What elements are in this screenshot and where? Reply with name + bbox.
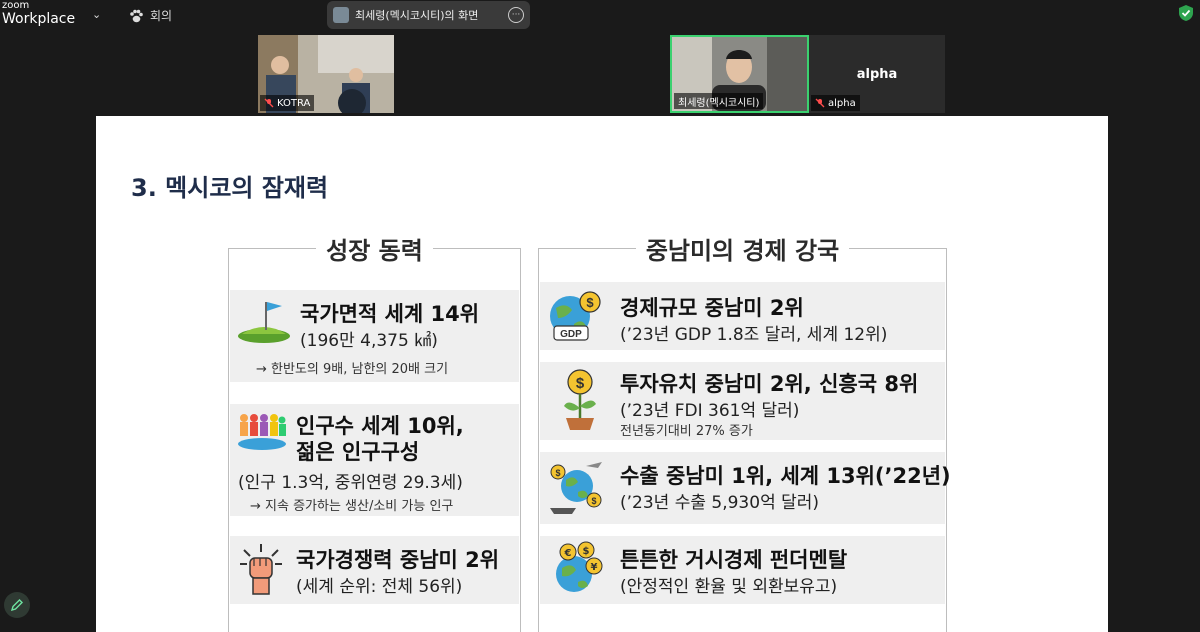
card-land-area: 국가면적 세계 14위 (196만 4,375 ㎢) → 한반도의 9배, 남한… (230, 290, 519, 382)
mic-off-icon (264, 98, 274, 108)
population-icon (238, 414, 286, 450)
annotate-button[interactable] (4, 592, 30, 618)
video-tile-speaker[interactable]: 최세령(멕시코시티) (670, 35, 809, 113)
meeting-label: 회의 (150, 9, 173, 23)
svg-text:$: $ (555, 468, 560, 478)
trade-globe-icon: $ $ (550, 462, 602, 514)
column-heading: 중남미의 경제 강국 (539, 231, 946, 266)
participant-name: 최세령(멕시코시티) (678, 97, 760, 109)
card-subtitle: (세계 순위: 전체 56위) (296, 577, 463, 597)
card-title: 투자유치 중남미 2위, 신흥국 8위 (620, 372, 919, 396)
card-note: → 한반도의 9배, 남한의 20배 크기 (256, 362, 449, 377)
card-note: 전년동기대비 27% 증가 (620, 424, 753, 439)
video-tile-kotra[interactable]: KOTRA (258, 35, 394, 113)
participant-display-name: alpha (856, 67, 898, 82)
card-gdp: $ GDP 경제규모 중남미 2위 (’23년 GDP 1.8조 달러, 세계 … (540, 282, 945, 350)
participant-label: KOTRA (260, 95, 315, 111)
card-competitiveness: 국가경쟁력 중남미 2위 (세계 순위: 전체 56위) (230, 536, 519, 604)
raised-fist-icon (240, 544, 282, 595)
card-subtitle: (196만 4,375 ㎢) (300, 331, 438, 351)
screen-share-indicator[interactable]: 최세령(멕시코시티)의 화면 ··· (327, 1, 530, 29)
slide-title: 3. 멕시코의 잠재력 (131, 174, 329, 202)
card-subtitle: (인구 1.3억, 중위연령 29.3세) (238, 473, 463, 493)
svg-text:$: $ (583, 546, 590, 557)
participant-name: alpha (828, 97, 856, 109)
card-title: 튼튼한 거시경제 펀더멘탈 (620, 548, 848, 572)
svg-text:€: € (564, 548, 572, 559)
card-population: 인구수 세계 10위, 젊은 인구구성 (인구 1.3억, 중위연령 29.3세… (230, 404, 519, 516)
svg-text:$: $ (591, 496, 596, 506)
card-title: 수출 중남미 1위, 세계 13위(’22년) (620, 464, 951, 488)
pen-icon (10, 599, 23, 612)
currency-globe-icon: € $ ¥ (556, 541, 603, 592)
brand-big: Workplace (2, 11, 76, 27)
card-title-line2: 젊은 인구구성 (296, 440, 420, 464)
participant-name: KOTRA (277, 97, 311, 109)
card-title: 경제규모 중남미 2위 (620, 296, 804, 320)
svg-text:$: $ (576, 375, 585, 392)
card-exports: $ $ 수출 중남미 1위, 세계 13위(’22년) (’23년 수출 5,9… (540, 452, 951, 524)
globe-gdp-icon: $ GDP (550, 291, 601, 341)
card-note: → 지속 증가하는 생산/소비 가능 인구 (250, 499, 454, 514)
gdp-icon-text: GDP (560, 329, 582, 340)
participant-label: alpha (811, 95, 860, 111)
more-glyph: ··· (511, 9, 521, 20)
meeting-button[interactable]: 회의 (128, 7, 172, 24)
card-investment: $ 투자유치 중남미 2위, 신흥국 8위 (’23년 FDI 361억 달러)… (540, 362, 945, 440)
card-subtitle: (’23년 GDP 1.8조 달러, 세계 12위) (620, 325, 888, 345)
video-tile-alpha[interactable]: alpha alpha (809, 35, 945, 113)
avatar (333, 7, 349, 23)
svg-text:¥: ¥ (591, 562, 598, 573)
column-heading: 성장 동력 (229, 231, 520, 266)
card-subtitle: (안정적인 환율 및 외환보유고) (620, 577, 838, 597)
card-subtitle: (’23년 FDI 361억 달러) (620, 401, 800, 421)
brand-small: zoom (2, 0, 30, 11)
app-logo: zoom Workplace (2, 0, 76, 27)
land-flag-icon (238, 302, 290, 343)
paw-icon (130, 9, 143, 22)
card-title: 국가면적 세계 14위 (300, 302, 480, 326)
mic-off-icon (815, 98, 825, 108)
shared-slide: 3. 멕시코의 잠재력 성장 동력 국가면적 세계 14위 (196만 4,37… (96, 116, 1108, 632)
card-macro-fundamentals: € $ ¥ 튼튼한 거시경제 펀더멘탈 (안정적인 환율 및 외환보유고) (540, 536, 945, 604)
card-title: 국가경쟁력 중남미 2위 (296, 548, 500, 572)
money-plant-icon: $ (564, 369, 596, 430)
svg-text:$: $ (586, 295, 594, 310)
share-label: 최세령(멕시코시티)의 화면 (355, 9, 479, 22)
security-shield-icon[interactable] (1178, 4, 1194, 22)
more-options-icon[interactable]: ··· (508, 7, 524, 23)
top-bar: zoom Workplace ⌄ 회의 최세령(멕시코시티)의 화면 ··· (0, 0, 1200, 34)
chevron-down-icon[interactable]: ⌄ (92, 8, 101, 21)
card-subtitle: (’23년 수출 5,930억 달러) (620, 493, 820, 513)
participant-label: 최세령(멕시코시티) (674, 93, 764, 109)
